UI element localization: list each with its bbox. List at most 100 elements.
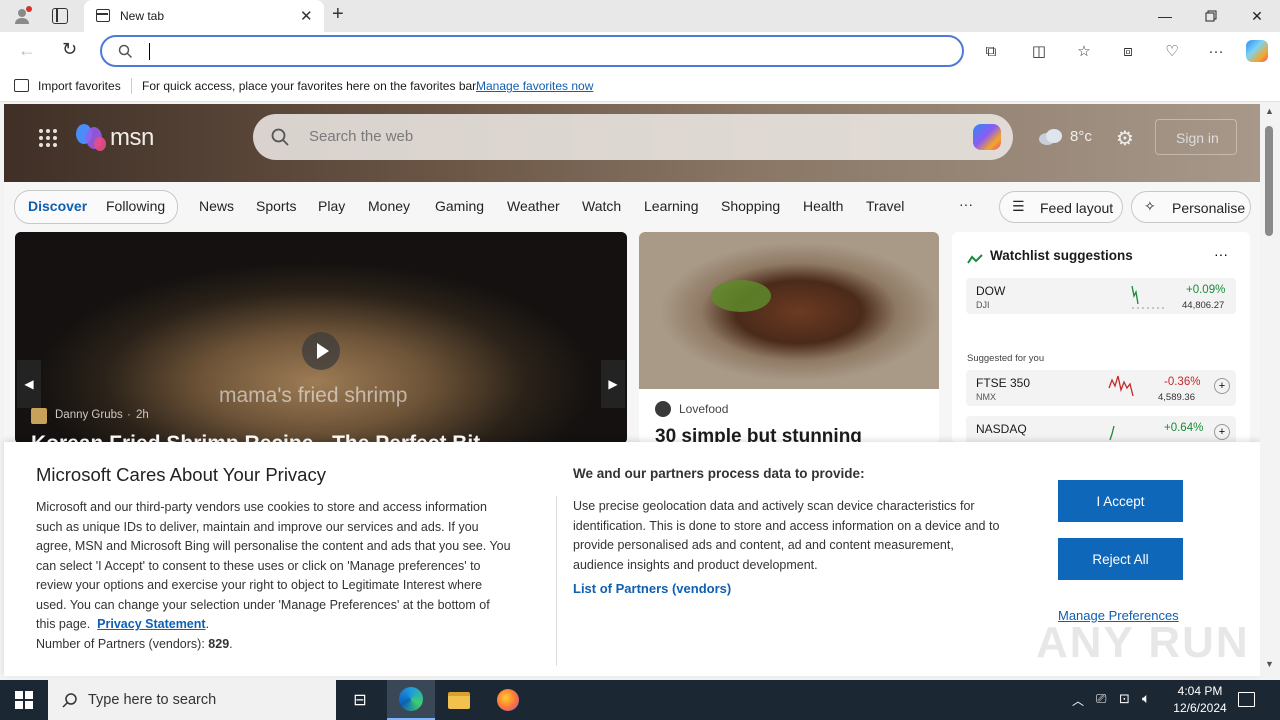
msn-search-icon: [271, 128, 289, 151]
tab-discover[interactable]: Discover: [28, 198, 87, 214]
feed-layout-button[interactable]: ☰ Feed layout: [999, 191, 1123, 223]
taskbar-search-box[interactable]: Type here to search: [48, 680, 336, 720]
start-button[interactable]: [0, 680, 48, 720]
privacy-body-line: Microsoft and our third-party vendors us…: [36, 500, 487, 514]
tray-device-icon[interactable]: ⎚: [1096, 691, 1106, 707]
page-scrollbar[interactable]: ▲ ▼: [1260, 104, 1280, 676]
tray-volume-icon[interactable]: 🔈︎: [1142, 690, 1150, 707]
partners-label: Number of Partners (vendors):: [36, 636, 205, 651]
notifications-icon[interactable]: [1238, 692, 1255, 707]
settings-gear-icon[interactable]: ⚙: [1116, 126, 1134, 151]
add-stock-button[interactable]: +: [1214, 378, 1230, 394]
file-explorer-icon[interactable]: [435, 680, 483, 720]
watchlist-row-nasdaq[interactable]: NASDAQ +0.64% +: [966, 416, 1236, 444]
list-of-partners-link[interactable]: List of Partners (vendors): [573, 581, 731, 596]
food-article-card[interactable]: Lovefood 30 simple but stunning: [639, 232, 939, 444]
taskbar-time[interactable]: 4:04 PM: [1172, 684, 1228, 698]
tab-new-tab[interactable]: New tab ✕: [84, 0, 324, 32]
weather-temperature[interactable]: 8°c: [1070, 128, 1092, 145]
hero-author[interactable]: Danny Grubs: [55, 409, 123, 421]
edge-taskbar-icon[interactable]: [387, 680, 435, 720]
favorites-bar: Import favorites For quick access, place…: [0, 70, 1280, 102]
nav-gaming[interactable]: Gaming: [435, 198, 484, 214]
personalise-icon: ✧: [1144, 198, 1156, 214]
personalise-label: Personalise: [1172, 200, 1246, 216]
firefox-icon[interactable]: [484, 680, 532, 720]
food-source[interactable]: Lovefood: [679, 402, 728, 416]
privacy-body-line: review your options and exercise your ri…: [36, 578, 483, 592]
apps-grid-icon[interactable]: [38, 128, 58, 153]
nav-more-button[interactable]: ···: [959, 196, 973, 212]
new-tab-icon: [96, 9, 110, 22]
msn-search-box[interactable]: Search the web: [253, 114, 1013, 160]
stock-value: 4,589.36: [1158, 392, 1195, 403]
refresh-button[interactable]: ↻: [62, 39, 77, 60]
msn-logo-icon[interactable]: [74, 122, 108, 154]
tab-actions-icon[interactable]: [52, 8, 68, 24]
scroll-down-arrow[interactable]: ▼: [1265, 659, 1274, 669]
copilot-search-icon[interactable]: [973, 124, 1001, 150]
more-menu-icon[interactable]: ···: [1206, 41, 1226, 61]
privacy-right-title: We and our partners process data to prov…: [573, 466, 865, 481]
restore-button[interactable]: [1188, 0, 1234, 32]
task-view-icon[interactable]: ⊟: [336, 680, 384, 720]
suggested-label: Suggested for you: [967, 353, 1045, 364]
back-button[interactable]: ←: [18, 40, 36, 61]
privacy-body-line: can select 'I Accept' to consent to thes…: [36, 558, 481, 573]
privacy-right-line: Use precise geolocation data and activel…: [573, 499, 975, 513]
carousel-prev-button[interactable]: ◀: [17, 360, 41, 408]
watchlist-chart-icon: [967, 251, 983, 269]
msn-search-input[interactable]: Search the web: [309, 128, 413, 145]
hero-video-card[interactable]: mama's fried shrimp ◀ ▶ Danny Grubs · 2h…: [15, 232, 627, 444]
copilot-icon[interactable]: [1246, 40, 1268, 62]
privacy-divider: [556, 496, 557, 666]
accept-button[interactable]: I Accept: [1058, 480, 1183, 522]
watchlist-row-dow[interactable]: DOW DJI +0.09% 44,806.27: [966, 278, 1236, 314]
add-stock-button[interactable]: +: [1214, 424, 1230, 440]
close-window-button[interactable]: ✕: [1234, 0, 1280, 32]
taskbar-date[interactable]: 12/6/2024: [1166, 701, 1234, 715]
play-icon[interactable]: [302, 332, 340, 370]
nav-play[interactable]: Play: [318, 198, 345, 214]
nav-sports[interactable]: Sports: [256, 198, 296, 214]
tab-following[interactable]: Following: [106, 198, 165, 214]
weather-cloud-icon[interactable]: [1038, 128, 1064, 151]
import-favorites-button[interactable]: Import favorites: [38, 79, 121, 93]
privacy-statement-link[interactable]: Privacy Statement: [97, 617, 205, 631]
watchlist-menu-button[interactable]: ···: [1214, 246, 1228, 262]
tray-chevron-icon[interactable]: ︿: [1072, 692, 1084, 709]
extensions-icon[interactable]: ⧉: [981, 41, 1001, 61]
nav-money[interactable]: Money: [368, 198, 410, 214]
privacy-title: Microsoft Cares About Your Privacy: [36, 464, 326, 485]
minimize-button[interactable]: —: [1142, 0, 1188, 32]
nav-health[interactable]: Health: [803, 198, 843, 214]
privacy-body: Microsoft and our third-party vendors us…: [36, 498, 546, 654]
new-tab-button[interactable]: +: [332, 3, 344, 26]
nav-shopping[interactable]: Shopping: [721, 198, 780, 214]
steak-image: [639, 232, 939, 389]
nav-watch[interactable]: Watch: [582, 198, 621, 214]
manage-favorites-link[interactable]: Manage favorites now: [476, 79, 593, 93]
taskbar-search-placeholder: Type here to search: [88, 692, 217, 708]
nav-travel[interactable]: Travel: [866, 198, 904, 214]
profile-icon[interactable]: [12, 6, 32, 26]
performance-icon[interactable]: ♡: [1162, 41, 1182, 61]
favorites-star-icon[interactable]: ☆: [1074, 41, 1094, 61]
reject-all-button[interactable]: Reject All: [1058, 538, 1183, 580]
favbar-divider: [131, 78, 132, 94]
watchlist-row-ftse[interactable]: FTSE 350 NMX -0.36% 4,589.36 +: [966, 370, 1236, 406]
collections-icon[interactable]: ⧈: [1118, 41, 1138, 61]
sign-in-button[interactable]: Sign in: [1155, 119, 1237, 155]
split-screen-icon[interactable]: ◫: [1029, 41, 1049, 61]
nav-news[interactable]: News: [199, 198, 234, 214]
carousel-next-button[interactable]: ▶: [601, 360, 625, 408]
tray-network-icon[interactable]: ⊡: [1119, 691, 1130, 707]
address-bar[interactable]: [100, 35, 964, 67]
scroll-up-arrow[interactable]: ▲: [1265, 106, 1274, 116]
nav-learning[interactable]: Learning: [644, 198, 699, 214]
close-tab-icon[interactable]: ✕: [300, 7, 313, 25]
personalise-button[interactable]: ✧ Personalise: [1131, 191, 1251, 223]
anyrun-watermark: ANY RUN: [1036, 618, 1250, 667]
nav-weather[interactable]: Weather: [507, 198, 560, 214]
scroll-thumb[interactable]: [1265, 126, 1273, 236]
